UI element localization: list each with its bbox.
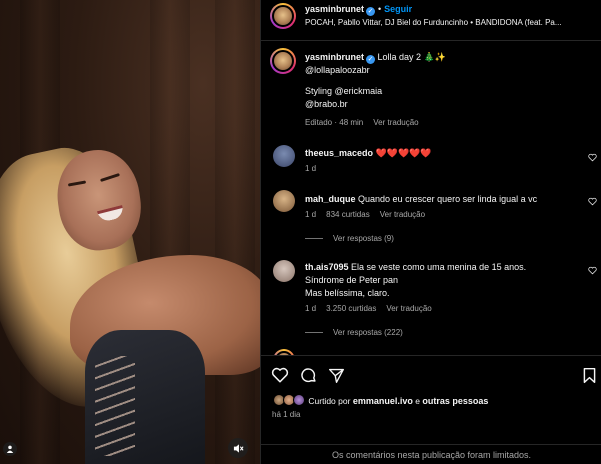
comment-like-heart-icon[interactable] bbox=[588, 266, 597, 275]
comments-list[interactable]: yasminbrunet ✓ Lolla day 2 🎄✨ @lollapaloo… bbox=[261, 41, 601, 355]
commenter-avatar[interactable] bbox=[273, 260, 295, 282]
share-button[interactable] bbox=[326, 365, 346, 385]
comment-username[interactable]: theeus_macedo bbox=[305, 148, 373, 158]
comment-time: 1 d bbox=[305, 210, 317, 219]
liked-by-prefix: Curtido por bbox=[308, 396, 351, 406]
curtain-fold bbox=[215, 0, 255, 464]
caption-text: Lolla day 2 🎄✨ bbox=[377, 52, 446, 62]
author-avatar[interactable] bbox=[270, 3, 296, 29]
view-replies-link[interactable]: Ver respostas (9) bbox=[333, 234, 394, 243]
caption-styling[interactable]: Styling @erickmaia bbox=[305, 85, 595, 98]
comment-time: 1 d bbox=[305, 164, 317, 173]
comment-like-heart-icon[interactable] bbox=[588, 153, 597, 162]
commenter-avatar[interactable] bbox=[273, 145, 295, 167]
save-button[interactable] bbox=[579, 365, 599, 385]
caption-mention-brand[interactable]: @brabo.br bbox=[305, 98, 595, 111]
view-replies-link[interactable]: Ver respostas (222) bbox=[333, 328, 403, 337]
mute-button[interactable] bbox=[228, 438, 248, 458]
comment-text: Ela se veste como uma menina de 15 anos. bbox=[351, 262, 527, 272]
post-actions: Curtido por emmanuel.ivo e outras pessoa… bbox=[261, 355, 601, 464]
comment-translate-link[interactable]: Ver tradução bbox=[386, 304, 431, 313]
liked-by: Curtido por emmanuel.ivo e outras pessoa… bbox=[273, 394, 488, 406]
liker-avatars[interactable] bbox=[273, 394, 306, 406]
comment-item: th.ais7095 Ela se veste como uma menina … bbox=[305, 261, 585, 337]
like-button[interactable] bbox=[270, 365, 290, 385]
bookmark-icon bbox=[583, 367, 595, 383]
replies-line bbox=[305, 238, 323, 240]
post-header: yasminbrunet ✓ • Seguir POCAH, Pabllo Vitta… bbox=[261, 0, 601, 41]
comment-like-heart-icon[interactable] bbox=[588, 197, 597, 206]
audio-track[interactable]: POCAH, Pabllo Vittar, DJ Biel do Furdunc… bbox=[305, 18, 597, 27]
separator-dot: • bbox=[378, 4, 382, 14]
liked-by-conjunction: e bbox=[415, 396, 420, 406]
caption-avatar[interactable] bbox=[270, 48, 296, 74]
liked-by-user[interactable]: emmanuel.ivo bbox=[353, 396, 413, 406]
replies-line bbox=[305, 332, 323, 334]
comment-button[interactable] bbox=[298, 365, 318, 385]
heart-icon bbox=[271, 367, 289, 383]
caption-mention[interactable]: @lollapaloozabr bbox=[305, 64, 595, 77]
post-media[interactable] bbox=[0, 0, 260, 464]
header-line: yasminbrunet ✓ • Seguir bbox=[305, 4, 412, 16]
comment-text: ❤️❤️❤️❤️❤️ bbox=[375, 148, 432, 158]
post-side-panel: yasminbrunet ✓ • Seguir POCAH, Pabllo Vitta… bbox=[260, 0, 601, 464]
comment-text: Quando eu crescer quero ser linda igual … bbox=[358, 194, 538, 204]
user-tag-button[interactable] bbox=[3, 442, 17, 456]
comment-item: theeus_macedo ❤️❤️❤️❤️❤️ 1 d bbox=[305, 147, 585, 173]
corset-lace bbox=[95, 356, 135, 456]
comment-time: 1 d bbox=[305, 304, 317, 313]
liker-avatar bbox=[293, 394, 305, 406]
comments-limited-notice: Os comentários nesta publicação foram li… bbox=[261, 444, 601, 460]
comment-item: mah_duque Quando eu crescer quero ser li… bbox=[305, 193, 585, 243]
author-username[interactable]: yasminbrunet bbox=[305, 4, 364, 14]
comment-text-line: Mas belíssima, claro. bbox=[305, 288, 390, 298]
person-icon bbox=[6, 445, 14, 453]
speaker-muted-icon bbox=[233, 443, 244, 453]
follow-button[interactable]: Seguir bbox=[384, 4, 412, 14]
comment-text-line: Síndrome de Peter pan bbox=[305, 275, 399, 285]
caption: yasminbrunet ✓ Lolla day 2 🎄✨ @lollapaloo… bbox=[305, 51, 595, 129]
comment-bubble-icon bbox=[300, 367, 316, 382]
post-date[interactable]: há 1 dia bbox=[272, 410, 300, 419]
commenter-avatar[interactable] bbox=[273, 190, 295, 212]
caption-username[interactable]: yasminbrunet bbox=[305, 52, 364, 62]
comment-likes[interactable]: 3.250 curtidas bbox=[326, 304, 376, 313]
verified-badge-icon: ✓ bbox=[366, 7, 376, 16]
caption-translate-link[interactable]: Ver tradução bbox=[373, 118, 418, 127]
comment-username[interactable]: mah_duque bbox=[305, 194, 356, 204]
comment-translate-link[interactable]: Ver tradução bbox=[380, 210, 425, 219]
verified-badge-icon: ✓ bbox=[366, 55, 376, 64]
comment-username[interactable]: th.ais7095 bbox=[305, 262, 349, 272]
paper-plane-icon bbox=[328, 368, 344, 383]
liked-by-others[interactable]: outras pessoas bbox=[422, 396, 488, 406]
comment-likes[interactable]: 834 curtidas bbox=[326, 210, 370, 219]
caption-time: Editado · 48 min bbox=[305, 118, 364, 127]
